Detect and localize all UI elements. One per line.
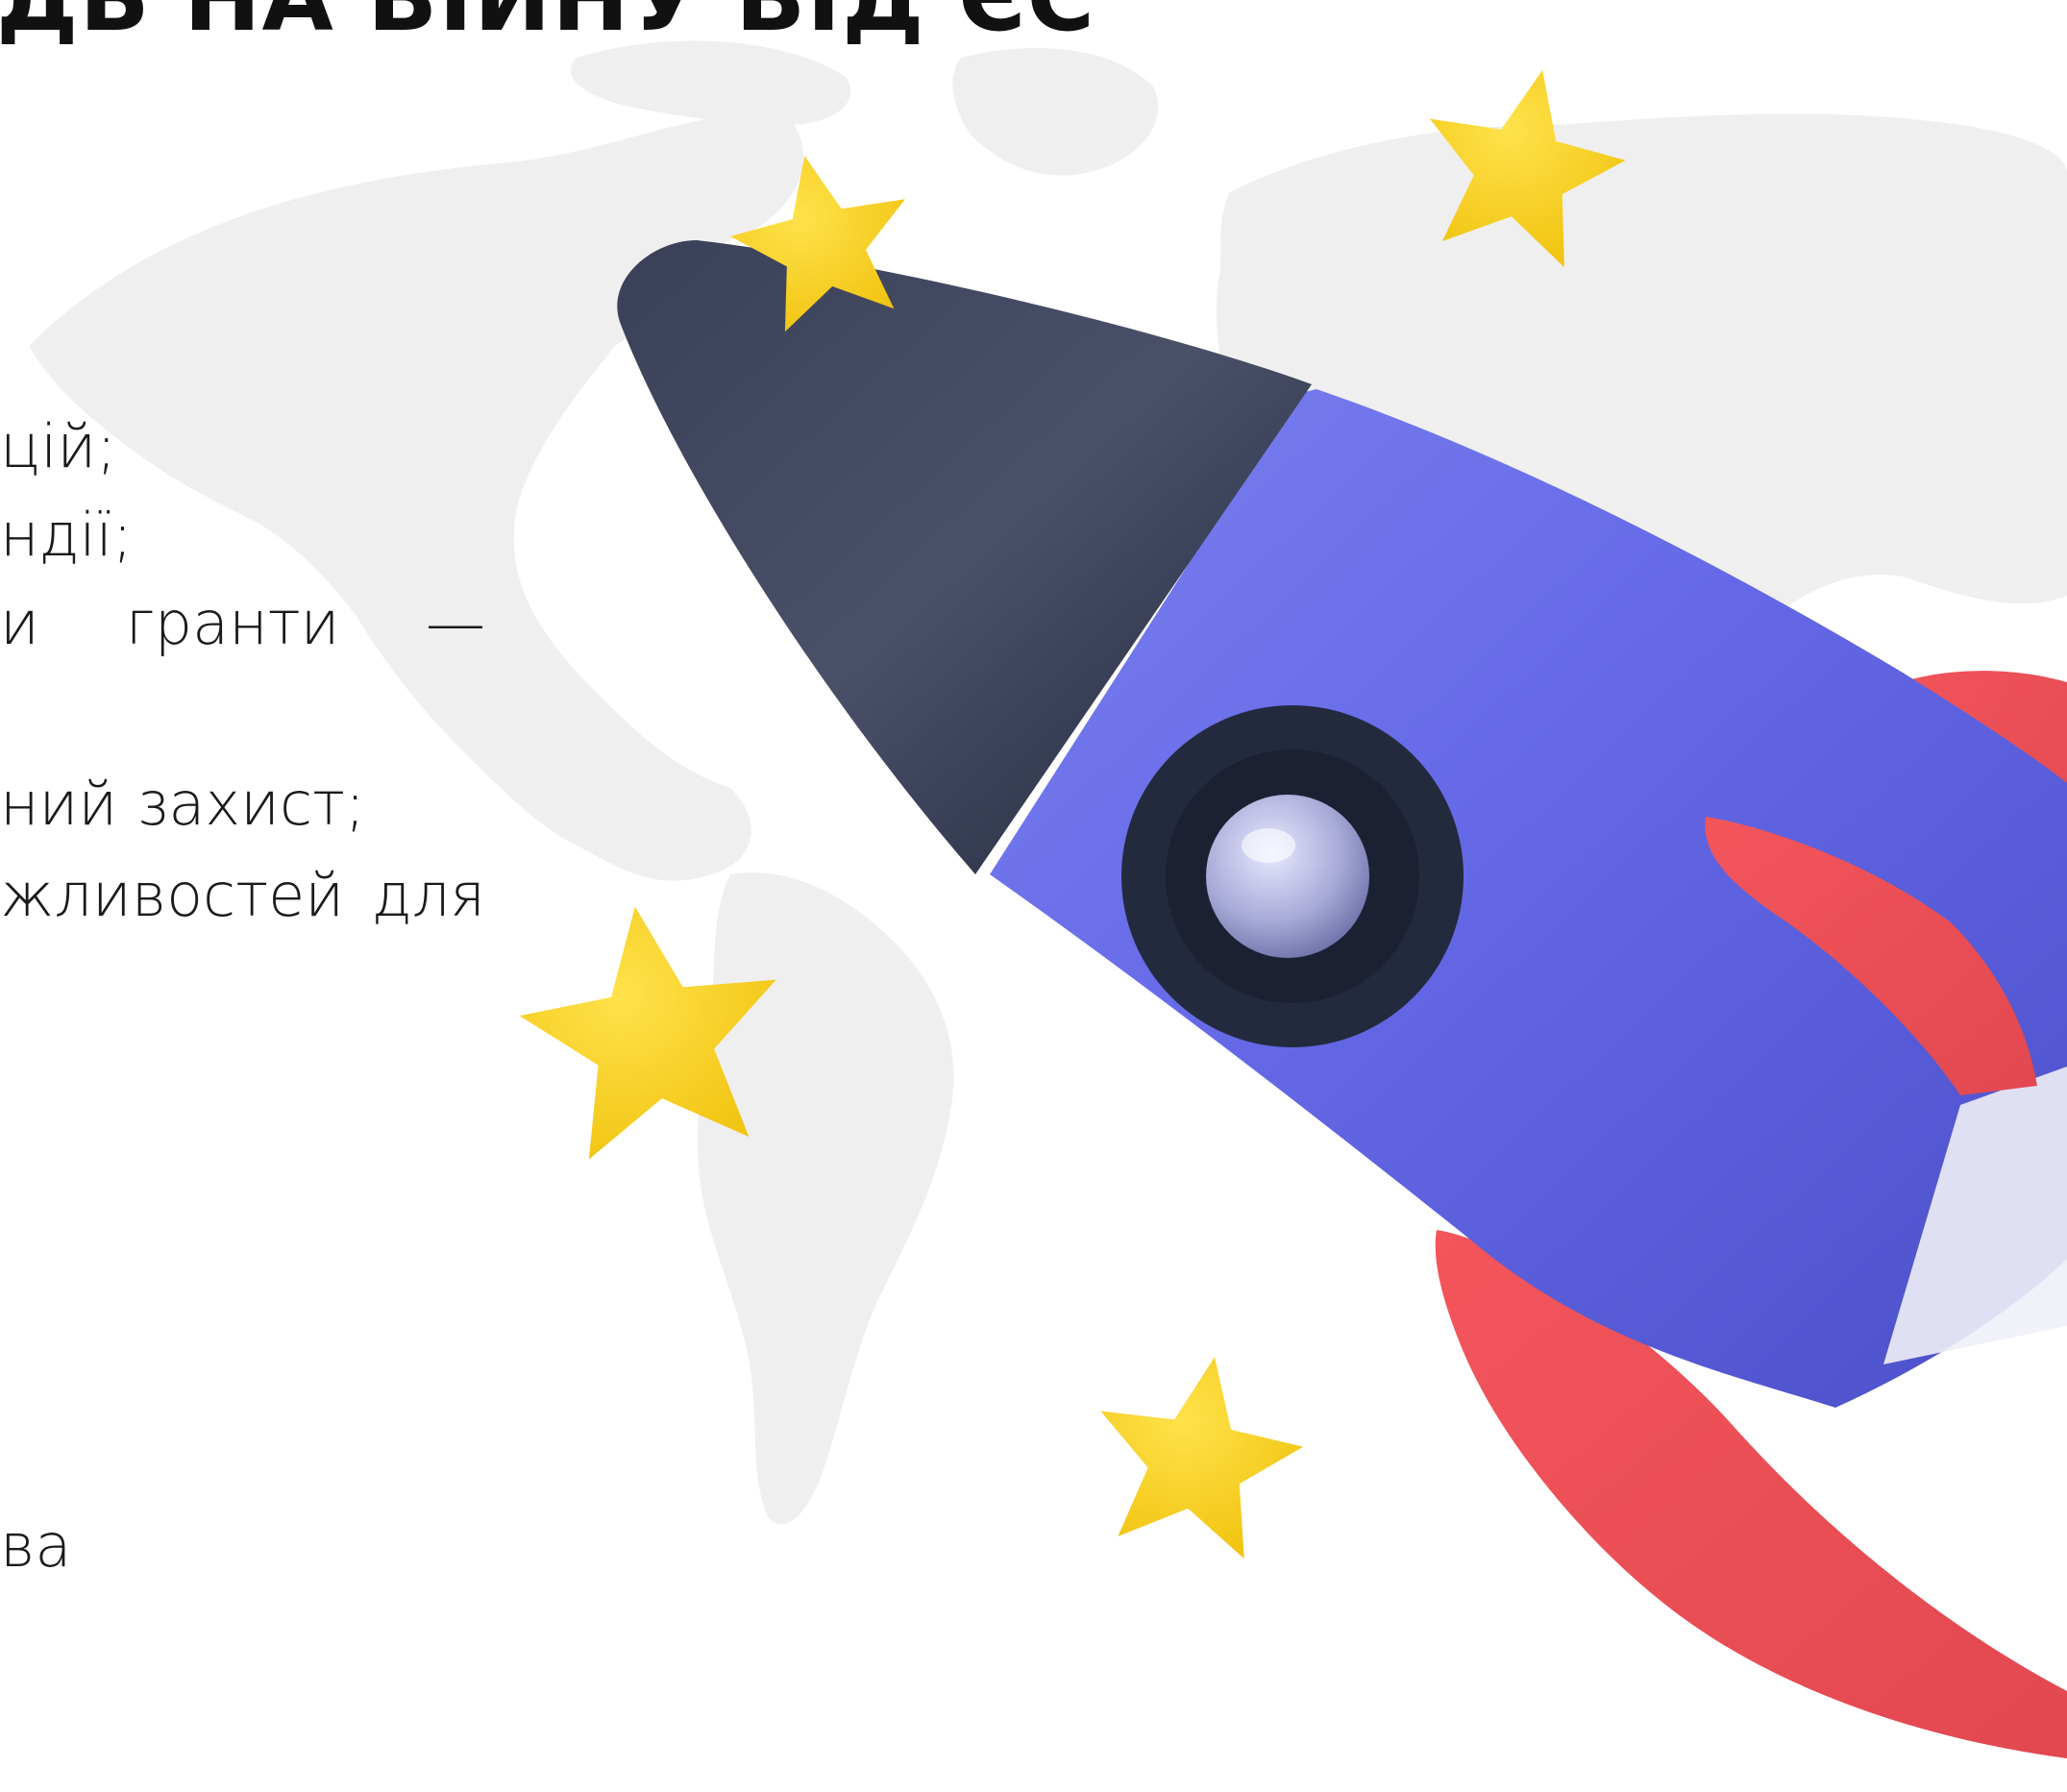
body-line-3-word-2: гранти: [125, 588, 340, 658]
body-line-5-word-1: жливостей: [0, 860, 345, 930]
body-line-5: жливостей для: [0, 860, 485, 930]
slide: ДЬ НА ВІЙНУ ВІД ЄС цій; ндії; и гранти —…: [0, 0, 2067, 1792]
slide-heading: ДЬ НА ВІЙНУ ВІД ЄС: [0, 0, 1095, 52]
body-line-3-word-3: —: [426, 588, 485, 658]
body-line-5-word-2: для: [371, 860, 485, 930]
body-line-4: ний захист;: [0, 769, 365, 839]
body-line-6: ва: [0, 1510, 72, 1581]
body-line-3-word-1: и: [0, 588, 39, 658]
body-line-3: и гранти —: [0, 588, 485, 658]
body-line-2: ндії;: [0, 500, 133, 570]
body-line-1: цій;: [0, 411, 117, 481]
